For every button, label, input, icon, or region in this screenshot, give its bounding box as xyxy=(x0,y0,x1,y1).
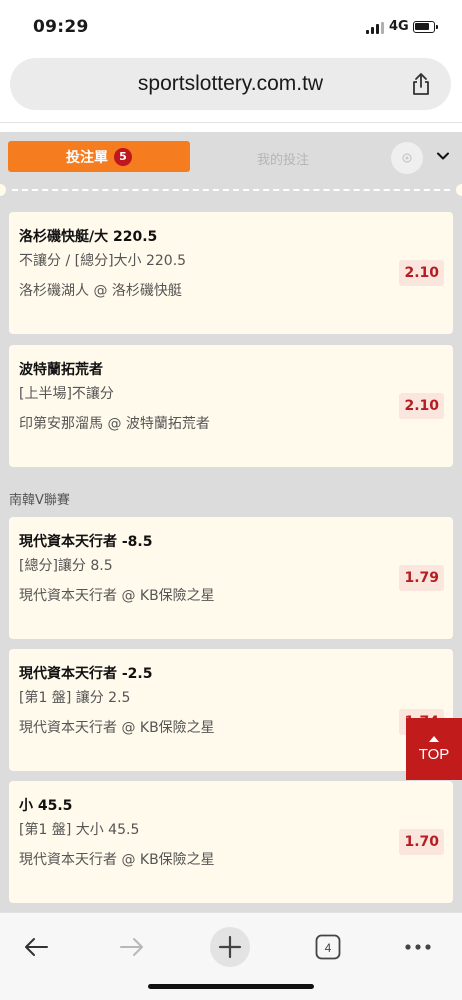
more-icon xyxy=(405,944,431,950)
forward-button[interactable] xyxy=(110,925,154,969)
bet-title: 波特蘭拓荒者 xyxy=(19,362,103,378)
arrow-left-icon xyxy=(25,938,48,956)
tabs-button[interactable]: 4 xyxy=(306,925,350,969)
network-label: 4G xyxy=(389,19,409,34)
url-text: sportslottery.com.tw xyxy=(137,72,324,95)
home-indicator xyxy=(148,984,314,989)
settings-button[interactable] xyxy=(391,142,423,174)
bet-match: 現代資本天行者 @ KB保險之星 xyxy=(19,720,215,736)
bet-count-badge: 5 xyxy=(114,147,132,166)
bet-card[interactable]: 現代資本天行者 -8.5 [總分]讓分 8.5 現代資本天行者 @ KB保險之星… xyxy=(9,517,453,639)
bet-title: 洛杉磯快艇/大 220.5 xyxy=(19,229,158,245)
bet-market: [第1 盤] 大小 45.5 xyxy=(19,822,140,838)
odds-value: 2.10 xyxy=(399,260,444,286)
tab-bet-slip[interactable]: 投注單 5 xyxy=(8,141,190,172)
league-header: 南韓V聯賽 xyxy=(9,493,70,508)
scroll-top-label: TOP xyxy=(418,745,450,763)
odds-value: 2.10 xyxy=(399,393,444,419)
battery-icon xyxy=(413,21,438,33)
tabs-icon: 4 xyxy=(315,934,341,960)
bet-market: [上半場]不讓分 xyxy=(19,386,114,402)
tab-my-bets[interactable]: 我的投注 xyxy=(220,149,346,168)
bet-match: 洛杉磯湖人 @ 洛杉磯快艇 xyxy=(19,283,182,299)
bet-match: 現代資本天行者 @ KB保險之星 xyxy=(19,852,215,868)
bet-card[interactable]: 現代資本天行者 -2.5 [第1 盤] 讓分 2.5 現代資本天行者 @ KB保… xyxy=(9,649,453,771)
toolbar-divider xyxy=(0,122,462,123)
odds-value: 1.79 xyxy=(399,565,444,591)
bet-slip-panel: 投注單 5 我的投注 洛杉磯快艇/大 220.5 不讓分 / [總分]大小 22… xyxy=(0,132,462,912)
bet-match: 現代資本天行者 @ KB保險之星 xyxy=(19,588,215,604)
plus-icon xyxy=(210,927,250,967)
share-icon[interactable] xyxy=(411,72,431,96)
bet-slip-tabs: 投注單 5 我的投注 xyxy=(0,132,462,184)
odds-value: 1.70 xyxy=(399,829,444,855)
address-bar[interactable]: sportslottery.com.tw xyxy=(10,58,451,110)
bet-title: 小 45.5 xyxy=(19,798,73,814)
arrow-right-icon xyxy=(120,938,143,956)
bet-card[interactable]: 洛杉磯快艇/大 220.5 不讓分 / [總分]大小 220.5 洛杉磯湖人 @… xyxy=(9,212,453,334)
bet-card[interactable]: 波特蘭拓荒者 [上半場]不讓分 印第安那溜馬 @ 波特蘭拓荒者 2.10 xyxy=(9,345,453,467)
bet-market: [總分]讓分 8.5 xyxy=(19,558,113,574)
tab-bet-slip-label: 投注單 xyxy=(66,149,108,166)
status-bar: 09:29 4G xyxy=(0,0,462,52)
bet-card[interactable]: 小 45.5 [第1 盤] 大小 45.5 現代資本天行者 @ KB保險之星 1… xyxy=(9,781,453,903)
scroll-top-button[interactable]: TOP xyxy=(406,718,462,780)
more-button[interactable] xyxy=(396,925,440,969)
bet-market: [第1 盤] 讓分 2.5 xyxy=(19,690,131,706)
tab-count: 4 xyxy=(325,941,332,955)
arrow-up-icon xyxy=(429,735,439,742)
status-time: 09:29 xyxy=(33,17,89,37)
bet-match: 印第安那溜馬 @ 波特蘭拓荒者 xyxy=(19,416,210,432)
bet-market: 不讓分 / [總分]大小 220.5 xyxy=(19,253,187,269)
bet-title: 現代資本天行者 -2.5 xyxy=(19,666,153,682)
signal-icon xyxy=(366,22,384,34)
ticket-divider xyxy=(0,184,462,196)
new-tab-button[interactable] xyxy=(208,925,252,969)
gear-icon xyxy=(402,153,412,163)
back-button[interactable] xyxy=(14,925,58,969)
chevron-down-icon[interactable] xyxy=(437,150,449,162)
bet-title: 現代資本天行者 -8.5 xyxy=(19,534,153,550)
